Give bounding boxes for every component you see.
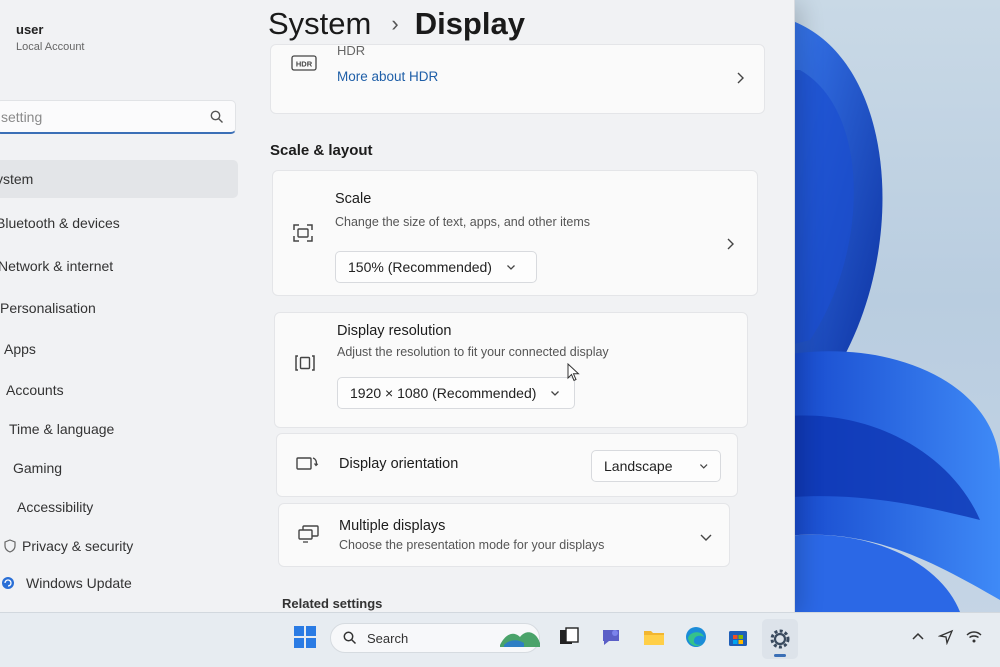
display-orientation-card: Display orientation Landscape: [276, 433, 738, 497]
update-icon: [0, 575, 16, 591]
chevron-down-icon: [507, 265, 515, 270]
hdr-title-partial: HDR: [337, 43, 366, 58]
sidebar-item-bluetooth[interactable]: Bluetooth & devices: [0, 204, 120, 242]
sidebar-item-label: ystem: [0, 171, 34, 187]
breadcrumb-separator: ›: [391, 11, 399, 36]
multiple-displays-description: Choose the presentation mode for your di…: [339, 538, 605, 552]
search-box[interactable]: [0, 100, 236, 134]
taskbar: Search: [0, 612, 1000, 667]
page-title: Display: [414, 6, 525, 41]
section-heading-scale-layout: Scale & layout: [270, 142, 373, 159]
display-orientation-dropdown[interactable]: Landscape: [591, 450, 721, 482]
settings-taskbar-button[interactable]: [762, 619, 798, 659]
settings-icon: [770, 629, 790, 649]
taskbar-search-label: Search: [367, 630, 409, 646]
chevron-right-icon: [737, 72, 744, 84]
account-name: user: [16, 22, 44, 37]
hdr-card[interactable]: HDR HDR More about HDR: [270, 43, 765, 114]
hdr-icon: HDR: [291, 55, 317, 71]
sidebar-item-network[interactable]: Network & internet: [0, 247, 113, 285]
chevron-right-icon[interactable]: [723, 237, 737, 251]
sidebar-item-label: Time & language: [9, 421, 115, 437]
sidebar-item-label: Accounts: [6, 382, 64, 398]
sidebar-item-accounts[interactable]: Accounts: [6, 371, 64, 409]
main-content: System › Display HDR HDR More about HDR …: [250, 0, 794, 612]
chevron-down-icon: [699, 464, 708, 469]
location-icon[interactable]: [938, 629, 954, 645]
display-resolution-description: Adjust the resolution to fit your connec…: [337, 345, 609, 359]
sidebar-item-label: Windows Update: [26, 575, 132, 591]
scale-title: Scale: [335, 191, 372, 207]
sidebar-item-label: Personalisation: [0, 300, 96, 316]
more-about-hdr-link[interactable]: More about HDR: [337, 69, 438, 84]
sidebar-item-time-language[interactable]: Time & language: [9, 410, 114, 448]
wifi-icon[interactable]: [966, 629, 982, 645]
scale-dropdown-value: 150% (Recommended): [348, 259, 492, 275]
sidebar-item-privacy-security[interactable]: Privacy & security: [0, 527, 133, 565]
sidebar-item-label: Apps: [4, 341, 36, 357]
mouse-cursor-icon: [567, 363, 580, 382]
chat-icon[interactable]: [599, 625, 623, 649]
sidebar-item-label: Network & internet: [0, 258, 114, 274]
section-heading-related-settings: Related settings: [282, 596, 383, 611]
scale-card[interactable]: Scale Change the size of text, apps, and…: [272, 170, 758, 296]
widgets-icon[interactable]: [498, 623, 542, 651]
scale-description: Change the size of text, apps, and other…: [335, 215, 591, 229]
display-resolution-title: Display resolution: [337, 323, 452, 339]
active-app-indicator: [774, 654, 786, 657]
store-icon[interactable]: [726, 625, 750, 649]
sidebar-item-label: Accessibility: [17, 499, 94, 515]
settings-window: user Local Account ystem Bluetooth & dev…: [0, 0, 795, 612]
task-view-icon[interactable]: [557, 625, 581, 649]
sidebar-item-label: Bluetooth & devices: [0, 215, 120, 231]
display-resolution-dropdown[interactable]: 1920 × 1080 (Recommended): [337, 377, 575, 409]
sidebar-item-personalisation[interactable]: Personalisation: [0, 289, 96, 327]
account-block[interactable]: user Local Account: [16, 22, 85, 53]
display-resolution-card: Display resolution Adjust the resolution…: [274, 312, 748, 428]
chevron-down-icon[interactable]: [699, 530, 713, 544]
sidebar: user Local Account ystem Bluetooth & dev…: [0, 0, 250, 612]
sidebar-item-label: Privacy & security: [22, 538, 134, 554]
chevron-down-icon: [551, 391, 560, 396]
sidebar-item-apps[interactable]: Apps: [4, 330, 36, 368]
orientation-icon: [296, 457, 319, 470]
start-icon[interactable]: [293, 625, 317, 649]
sidebar-item-label: Gaming: [13, 460, 63, 476]
multiple-displays-title: Multiple displays: [339, 518, 446, 534]
edge-icon[interactable]: [684, 625, 708, 649]
display-resolution-value: 1920 × 1080 (Recommended): [350, 385, 537, 401]
scale-icon: [293, 224, 313, 242]
search-icon[interactable]: [209, 109, 225, 125]
sidebar-item-windows-update[interactable]: Windows Update: [0, 564, 132, 602]
sidebar-item-accessibility[interactable]: Accessibility: [17, 488, 93, 526]
display-orientation-title: Display orientation: [339, 456, 459, 472]
account-type: Local Account: [16, 41, 85, 53]
search-input[interactable]: [1, 108, 209, 125]
scale-dropdown[interactable]: 150% (Recommended): [335, 251, 537, 283]
multiple-displays-icon: [298, 525, 319, 543]
search-icon: [343, 631, 357, 645]
sidebar-item-gaming[interactable]: Gaming: [13, 449, 62, 487]
breadcrumb: System › Display: [268, 6, 525, 42]
resolution-icon: [295, 355, 315, 371]
breadcrumb-parent[interactable]: System: [268, 6, 371, 42]
file-explorer-icon[interactable]: [642, 625, 666, 649]
display-orientation-value: Landscape: [604, 458, 673, 474]
svg-text:HDR: HDR: [296, 60, 313, 69]
shield-icon: [2, 538, 18, 554]
chevron-up-icon[interactable]: [910, 629, 926, 645]
sidebar-item-system[interactable]: ystem: [0, 160, 238, 198]
multiple-displays-card[interactable]: Multiple displays Choose the presentatio…: [278, 503, 730, 567]
